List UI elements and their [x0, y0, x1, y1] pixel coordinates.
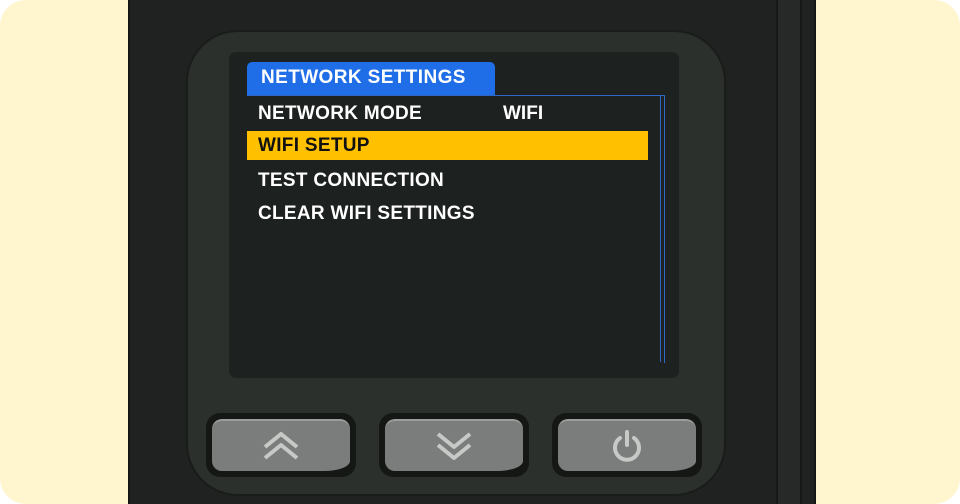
menu-item-label: CLEAR WIFI SETTINGS — [258, 203, 475, 224]
menu-item-label: TEST CONNECTION — [258, 170, 445, 191]
menu-item-value: WIFI — [503, 103, 544, 124]
up-button[interactable] — [212, 419, 350, 471]
menu-item-label: NETWORK MODE — [258, 103, 423, 124]
menu-item-wifi-setup[interactable]: WIFI SETUP — [247, 131, 648, 160]
device-side-edge — [776, 0, 802, 504]
down-button[interactable] — [385, 419, 523, 471]
menu-item-clear-wifi-settings[interactable]: CLEAR WIFI SETTINGS — [247, 199, 648, 228]
power-button[interactable] — [558, 419, 696, 471]
screen-title: NETWORK SETTINGS — [261, 67, 466, 88]
menu-item-network-mode[interactable]: NETWORK MODE WIFI — [247, 99, 648, 128]
menu-item-test-connection[interactable]: TEST CONNECTION — [247, 166, 648, 195]
scrollbar[interactable] — [660, 96, 665, 362]
menu-item-label: WIFI SETUP — [258, 135, 370, 156]
double-chevron-up-icon — [259, 429, 303, 463]
power-icon — [609, 428, 645, 464]
double-chevron-down-icon — [432, 429, 476, 463]
